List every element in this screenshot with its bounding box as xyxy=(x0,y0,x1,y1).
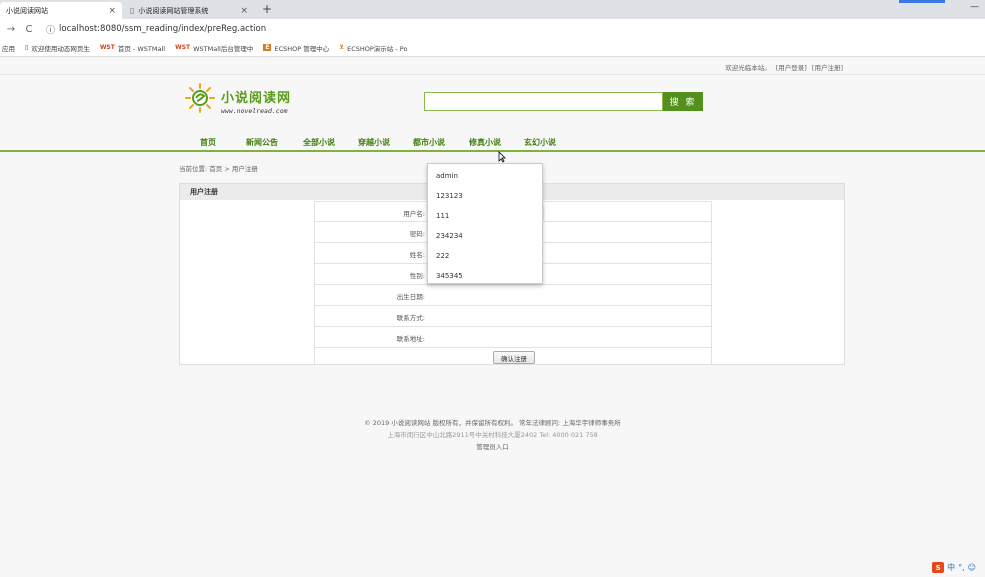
emoji-icon[interactable]: ☺ xyxy=(968,563,976,572)
bookmark-label: WSTMall后台管理中 xyxy=(193,44,254,53)
address-input[interactable] xyxy=(428,330,543,345)
back-icon[interactable]: → xyxy=(4,24,18,35)
window-accent xyxy=(899,0,945,3)
nav-item-home[interactable]: 首页 xyxy=(200,137,216,148)
sun-logo-icon xyxy=(185,83,215,113)
user-links: 欢迎光临本站。 [用户登录] [用户注册] xyxy=(725,62,843,72)
wst-icon: WST xyxy=(175,44,191,51)
field-label: 用户名: xyxy=(403,210,425,218)
bookmark-label: 首页 - WSTMall xyxy=(117,44,166,53)
field-label: 性别: xyxy=(409,272,425,280)
cart-icon: ⊻ xyxy=(339,44,345,51)
nav-item-news[interactable]: 新闻公告 xyxy=(246,137,278,148)
bookmark-item[interactable]: E ECSHOP 管理中心 xyxy=(263,43,329,53)
footer-copyright: © 2019 小说阅读网站 版权所有，并保留所有权利。 常年法律顾问: 上海华宇… xyxy=(364,419,621,427)
birthdate-input[interactable] xyxy=(428,288,543,303)
bookmark-item[interactable]: WST 首页 - WSTMall xyxy=(100,43,165,53)
contact-input[interactable] xyxy=(428,309,543,324)
form-row-submit: 确认注册 xyxy=(314,348,712,365)
nav-item-xiuzhen[interactable]: 修真小说 xyxy=(469,137,501,148)
site-logo[interactable]: 小说阅读网 www.novelread.com xyxy=(185,83,315,119)
top-bar: 欢迎光临本站。 [用户登录] [用户注册] xyxy=(0,57,985,75)
ime-tray: S 中 °, ☺ xyxy=(932,562,979,573)
bookmark-label: 应用 xyxy=(2,44,15,53)
page-icon: ▯ xyxy=(25,44,29,51)
autocomplete-option[interactable]: 234234 xyxy=(428,226,542,246)
wst-icon: WST xyxy=(99,44,115,51)
ime-mode[interactable]: 中 xyxy=(947,562,955,573)
tab-title: 小说阅读网站管理系统 xyxy=(138,6,209,15)
close-icon[interactable]: × xyxy=(108,6,116,16)
page: 欢迎光临本站。 [用户登录] [用户注册] 小说阅读网 www.novelrea… xyxy=(0,57,985,577)
logo-title: 小说阅读网 xyxy=(221,91,292,106)
bookmarks-bar: 应用 ▯ 欢迎使用动态网页生 WST 首页 - WSTMall WST WSTM… xyxy=(0,39,985,57)
breadcrumb: 当前位置: 首页 > 用户注册 xyxy=(179,165,258,173)
autocomplete-option[interactable]: 345345 xyxy=(428,266,542,286)
close-icon[interactable]: × xyxy=(240,6,248,16)
field-label: 姓名: xyxy=(409,251,425,259)
url-input[interactable]: localhost:8080/ssm_reading/index/preReg.… xyxy=(59,24,266,34)
address-bar: → C ⓘ localhost:8080/ssm_reading/index/p… xyxy=(0,19,985,39)
autocomplete-option[interactable]: 222 xyxy=(428,246,542,266)
bookmark-label: 欢迎使用动态网页生 xyxy=(31,44,90,53)
bookmark-item[interactable]: ⊻ ECSHOP演示站 - Po xyxy=(339,43,407,53)
bookmark-apps[interactable]: 应用 xyxy=(2,43,15,53)
browser-tab-bar: 小说阅读网站 × ▯ 小说阅读网站管理系统 × + — xyxy=(0,0,985,19)
ecshop-icon: E xyxy=(263,44,272,51)
bookmark-label: ECSHOP演示站 - Po xyxy=(347,44,408,53)
autocomplete-option[interactable]: 123123 xyxy=(428,186,542,206)
autocomplete-option[interactable]: 111 xyxy=(428,206,542,226)
field-label: 出生日期: xyxy=(396,293,425,301)
autocomplete-option[interactable]: admin xyxy=(428,166,542,186)
reload-icon[interactable]: C xyxy=(22,24,36,35)
welcome-text: 欢迎光临本站。 xyxy=(725,64,771,72)
browser-tab-active[interactable]: 小说阅读网站 × xyxy=(0,2,122,19)
form-row-birthdate: 出生日期: xyxy=(314,285,712,306)
info-icon[interactable]: ⓘ xyxy=(46,23,55,36)
footer-address: 上海市闵行区中山北路2911号中关村科技大厦2402 Tel: 4000 021… xyxy=(387,431,598,439)
register-submit-button[interactable]: 确认注册 xyxy=(493,351,535,364)
new-tab-button[interactable]: + xyxy=(262,2,272,16)
tab-title: 小说阅读网站 xyxy=(6,6,48,15)
login-link[interactable]: [用户登录] xyxy=(776,64,807,72)
bookmark-item[interactable]: ▯ 欢迎使用动态网页生 xyxy=(25,43,90,53)
form-row-address: 联系地址: xyxy=(314,327,712,348)
register-link[interactable]: [用户注册] xyxy=(812,64,843,72)
nav-item-all-novels[interactable]: 全部小说 xyxy=(303,137,335,148)
admin-link[interactable]: 管理员入口 xyxy=(0,441,985,453)
search-button[interactable]: 搜 索 xyxy=(663,92,703,111)
nav-item-time-travel[interactable]: 穿越小说 xyxy=(358,137,390,148)
punctuation-icon[interactable]: °, xyxy=(958,563,965,572)
mouse-cursor-icon xyxy=(498,151,506,163)
nav-item-fantasy[interactable]: 玄幻小说 xyxy=(524,137,556,148)
browser-tab[interactable]: ▯ 小说阅读网站管理系统 × xyxy=(124,2,254,19)
nav-item-urban[interactable]: 都市小说 xyxy=(413,137,445,148)
search-input[interactable] xyxy=(424,92,663,111)
bookmark-item[interactable]: WST WSTMall后台管理中 xyxy=(175,43,253,53)
field-label: 联系地址: xyxy=(396,335,425,343)
sogou-ime-icon[interactable]: S xyxy=(932,562,945,573)
minimize-icon[interactable]: — xyxy=(970,2,979,12)
footer: © 2019 小说阅读网站 版权所有，并保留所有权利。 常年法律顾问: 上海华宇… xyxy=(0,417,985,453)
field-label: 联系方式: xyxy=(396,314,425,322)
logo-subtitle: www.novelread.com xyxy=(221,107,288,115)
autocomplete-dropdown: admin 123123 111 234234 222 345345 xyxy=(427,163,543,284)
bookmark-label: ECSHOP 管理中心 xyxy=(274,44,330,53)
field-label: 密码: xyxy=(409,230,425,238)
page-icon: ▯ xyxy=(130,6,135,15)
form-row-contact: 联系方式: xyxy=(314,306,712,327)
main-nav: 首页 新闻公告 全部小说 穿越小说 都市小说 修真小说 玄幻小说 xyxy=(0,135,985,152)
